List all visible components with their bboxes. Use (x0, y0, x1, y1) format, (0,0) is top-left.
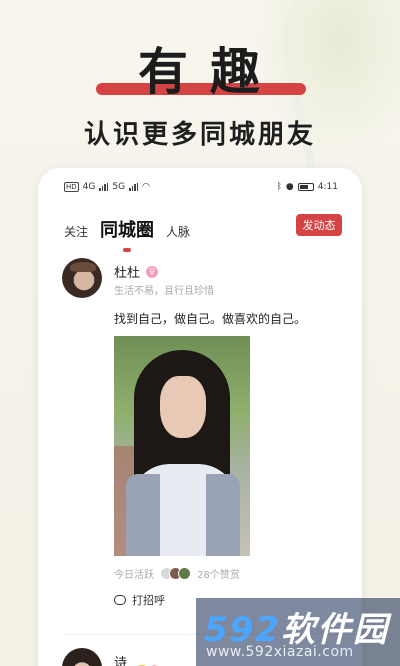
avatar[interactable] (62, 258, 102, 298)
post-actions: 打招呼 (114, 592, 165, 608)
signal-icon (99, 183, 109, 191)
bluetooth-icon: ᛒ (276, 182, 282, 192)
promo-title-text: 有趣 (138, 43, 282, 101)
tab-local-circle[interactable]: 同城圈 (100, 216, 154, 252)
post-text: 找到自己，做自己。做喜欢的自己。 (114, 312, 307, 326)
promo-subtitle: 认识更多同城朋友 (83, 120, 316, 150)
tab-contacts[interactable]: 人脉 (166, 223, 190, 246)
tab-follow[interactable]: 关注 (64, 223, 88, 246)
greet-button[interactable]: 打招呼 (132, 592, 165, 608)
status-left: HD 4G 5G ◠ (64, 182, 150, 192)
post-photo[interactable] (114, 336, 250, 556)
chat-bubble-icon[interactable] (114, 595, 126, 605)
phone-screen: HD 4G 5G ◠ ᛒ ● 4:11 关注 同城圈 人脉 发动态 杜杜 ♀ 生… (38, 168, 362, 666)
photo-cardigan-right (206, 474, 240, 556)
post-username[interactable]: 杜杜 (114, 262, 140, 281)
activity-label: 今日活跃 (114, 570, 154, 581)
avatar[interactable] (62, 648, 102, 666)
status-time: 4:11 (317, 182, 338, 192)
photo-face (160, 376, 206, 438)
liker-avatars[interactable] (160, 567, 191, 580)
status-bar: HD 4G 5G ◠ ᛒ ● 4:11 (38, 178, 362, 196)
promo-title: 有趣 (0, 38, 400, 101)
hd-icon: HD (64, 182, 79, 192)
post-username-row: 诗宇 (114, 652, 159, 666)
post-bio: 生活不易，且行且珍惜 (114, 286, 214, 297)
location-icon: ● (285, 182, 294, 192)
create-post-button[interactable]: 发动态 (296, 214, 342, 236)
post-username-row: 杜杜 ♀ (114, 262, 159, 281)
post-username[interactable]: 诗宇 (114, 652, 133, 666)
female-icon: ♀ (146, 265, 159, 278)
photo-cardigan-left (126, 474, 160, 556)
network-label-2: 5G (112, 182, 126, 192)
watermark-url: www.592xiazai.com (206, 644, 354, 660)
network-label-1: 4G (82, 182, 96, 192)
wifi-icon: ◠ (142, 182, 150, 192)
battery-icon (297, 183, 314, 191)
likes-count[interactable]: 28个赞赏 (197, 566, 240, 581)
status-right: ᛒ ● 4:11 (277, 182, 338, 192)
signal-icon-2 (129, 183, 139, 191)
post-activity: 今日活跃 28个赞赏 (114, 566, 240, 581)
site-watermark: 592软件园 www.592xiazai.com (196, 598, 400, 666)
